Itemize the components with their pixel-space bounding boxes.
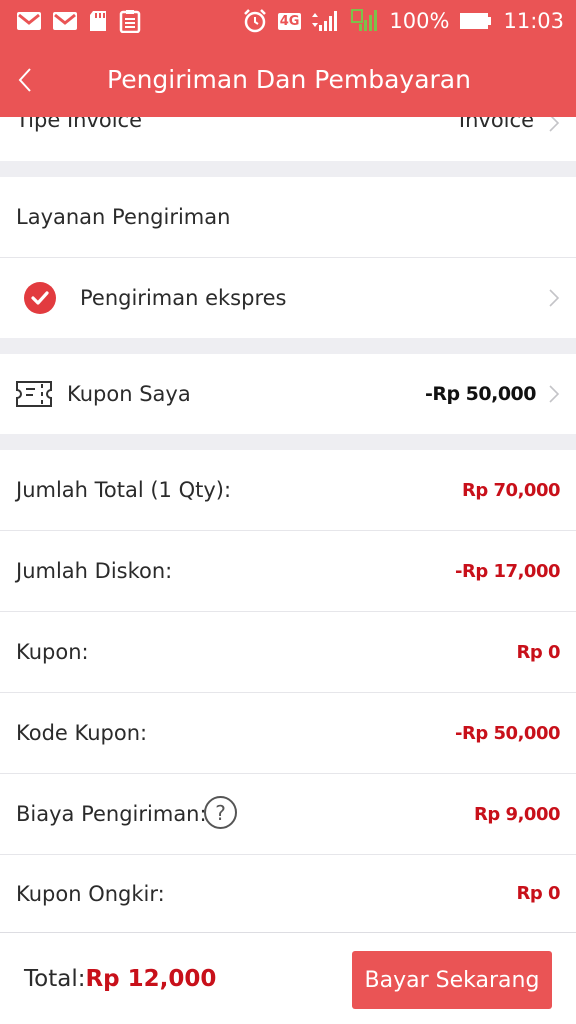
battery-percent: 100% xyxy=(389,9,450,33)
summary-label: Kode Kupon: xyxy=(16,721,148,745)
chevron-right-icon xyxy=(549,289,560,307)
page-title: Pengiriman Dan Pembayaran xyxy=(107,65,471,94)
checkout-footer: Total:Rp 12,000 Bayar Sekarang xyxy=(0,932,576,1024)
summary-value: Rp 0 xyxy=(516,883,560,904)
chevron-left-icon xyxy=(18,68,31,92)
invoice-type-label: Tipe Invoice xyxy=(16,117,143,132)
shipping-section-title: Layanan Pengiriman xyxy=(16,205,231,229)
invoice-type-row[interactable]: Tipe Invoice Invoice xyxy=(0,117,576,161)
app-header: Pengiriman Dan Pembayaran xyxy=(0,42,576,117)
total-label: Total: xyxy=(24,966,86,992)
shipping-option-label: Pengiriman ekspres xyxy=(80,286,287,310)
summary-row-total-amount: Jumlah Total (1 Qty): Rp 70,000 xyxy=(0,450,576,530)
shipping-option-express[interactable]: Pengiriman ekspres xyxy=(0,258,576,338)
status-bar-left xyxy=(16,9,142,33)
total-value: Rp 12,000 xyxy=(85,966,217,992)
my-coupon-value: -Rp 50,000 xyxy=(424,383,537,405)
pay-now-button[interactable]: Bayar Sekarang xyxy=(352,951,552,1009)
summary-row-coupon: Kupon: Rp 0 xyxy=(0,612,576,692)
summary-row-discount: Jumlah Diskon: -Rp 17,000 xyxy=(0,531,576,611)
summary-row-shipping-coupon: Kupon Ongkir: Rp 0 xyxy=(0,855,576,932)
signal-icon-secondary xyxy=(351,9,379,33)
ticket-icon xyxy=(15,380,53,412)
summary-row-coupon-code: Kode Kupon: -Rp 50,000 xyxy=(0,693,576,773)
summary-label: Kupon Ongkir: xyxy=(16,881,165,906)
checkout-content[interactable]: Tipe Invoice Invoice Layanan Pengiriman … xyxy=(0,117,576,932)
invoice-type-value: Invoice xyxy=(458,117,534,132)
summary-label: Jumlah Diskon: xyxy=(16,559,173,583)
section-gap xyxy=(0,338,576,354)
clipboard-icon xyxy=(118,9,142,33)
help-icon[interactable]: ? xyxy=(204,796,237,829)
battery-icon xyxy=(459,11,493,31)
back-button[interactable] xyxy=(10,60,40,100)
total-summary: Total:Rp 12,000 xyxy=(24,966,216,992)
section-gap xyxy=(0,434,576,450)
summary-value: Rp 70,000 xyxy=(462,479,560,501)
section-gap xyxy=(0,161,576,177)
network-badge: 4G xyxy=(277,12,302,30)
summary-value: Rp 9,000 xyxy=(474,803,560,825)
my-coupon-label: Kupon Saya xyxy=(67,382,191,406)
summary-value: -Rp 17,000 xyxy=(455,560,560,582)
alarm-icon xyxy=(242,8,268,34)
status-bar: 4G 100% 11:03 xyxy=(0,0,576,42)
signal-icon xyxy=(311,9,341,33)
summary-value: Rp 0 xyxy=(516,641,560,663)
shipping-section-header: Layanan Pengiriman xyxy=(0,177,576,257)
summary-label: Biaya Pengiriman: xyxy=(16,802,207,826)
summary-label: Kupon: xyxy=(16,640,89,664)
my-coupon-row[interactable]: Kupon Saya -Rp 50,000 xyxy=(0,354,576,434)
status-bar-right: 4G 100% 11:03 xyxy=(242,8,564,34)
chevron-right-icon xyxy=(549,117,560,132)
summary-value: -Rp 50,000 xyxy=(455,722,560,744)
check-circle-icon xyxy=(24,282,56,318)
gmail-icon xyxy=(16,11,42,31)
sd-card-icon xyxy=(88,10,108,32)
summary-label: Jumlah Total (1 Qty): xyxy=(16,478,232,502)
gmail-icon xyxy=(52,11,78,31)
chevron-right-icon xyxy=(549,385,560,403)
clock: 11:03 xyxy=(503,9,564,33)
summary-row-shipping-cost: Biaya Pengiriman: ? Rp 9,000 xyxy=(0,774,576,854)
